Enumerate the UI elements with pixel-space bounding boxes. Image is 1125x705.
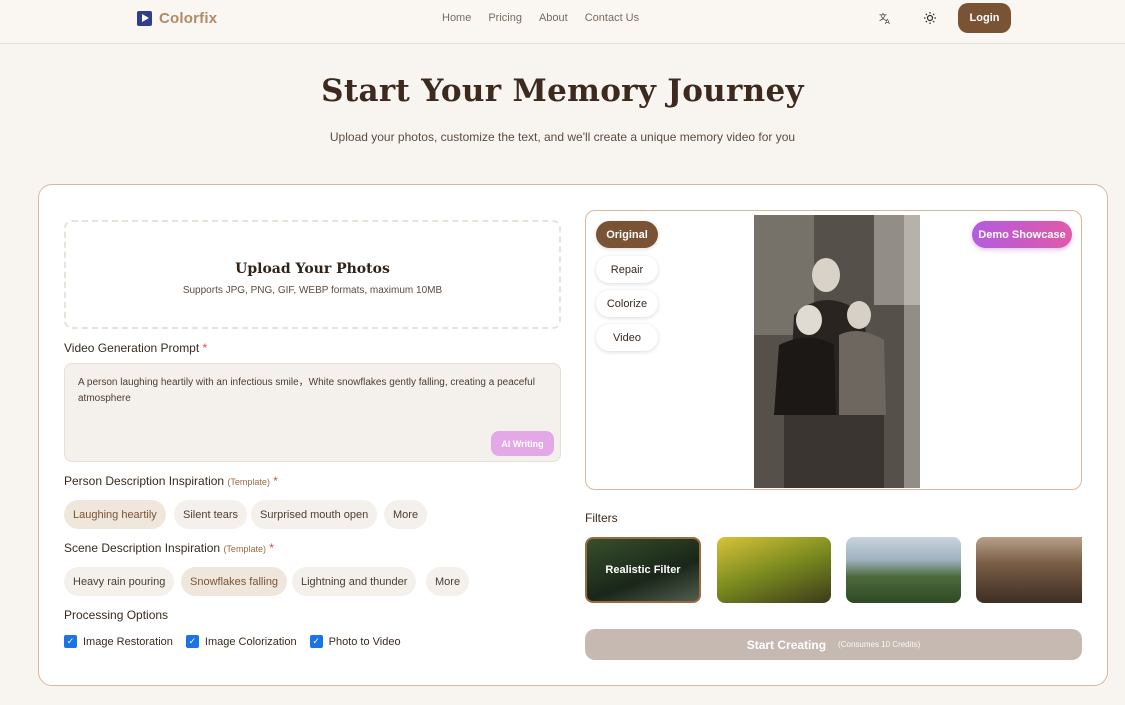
prompt-label-text: Video Generation Prompt [64,341,200,355]
option-label: Image Colorization [204,635,297,648]
nav-contact[interactable]: Contact Us [585,12,639,24]
credits-note: (Consumes 10 Credits) [838,640,921,649]
main-nav: Home Pricing About Contact Us [442,12,639,24]
option-label: Photo to Video [328,635,401,648]
chip-silent-tears[interactable]: Silent tears [174,500,248,529]
filter-realistic[interactable]: Realistic Filter [585,537,701,603]
required-mark: * [269,541,274,555]
sun-icon[interactable] [923,11,937,25]
upload-title: Upload Your Photos [235,261,390,277]
start-label: Start Creating [746,637,827,652]
option-image-restoration[interactable]: ✓ Image Restoration [64,635,173,648]
chip-heavy-rain[interactable]: Heavy rain pouring [64,567,175,596]
upload-formats: Supports JPG, PNG, GIF, WEBP formats, ma… [182,285,443,296]
login-button[interactable]: Login [958,3,1011,33]
start-creating-button[interactable]: Start Creating (Consumes 10 Credits) [585,629,1082,660]
old-photo-illustration [754,215,920,488]
filters-label: Filters [585,511,618,525]
person-inspiration-label: Person Description Inspiration (Template… [64,474,278,488]
template-tag: (Template) [227,477,270,487]
nav-about[interactable]: About [539,12,568,24]
mode-repair-button[interactable]: Repair [596,256,658,283]
chip-scene-more[interactable]: More [426,567,470,596]
preview-photo [754,215,920,488]
svg-text:A: A [885,18,890,25]
chip-laughing-heartily[interactable]: Laughing heartily [64,500,166,529]
filter-castle[interactable] [846,537,961,603]
translate-icon[interactable]: 文A [879,11,893,26]
page-subtitle: Upload your photos, customize the text, … [329,130,796,144]
nav-pricing[interactable]: Pricing [488,12,522,24]
brand-name: Colorfix [159,10,218,27]
option-label: Image Restoration [83,635,173,648]
brand-logo[interactable]: Colorfix [137,10,217,27]
top-header: Colorfix Home Pricing About Contact Us 文… [0,0,1125,44]
prompt-label: Video Generation Prompt * [64,341,207,355]
mode-original-button[interactable]: Original [596,221,658,248]
ai-writing-button[interactable]: AI Writing [491,431,554,456]
checkbox-icon[interactable]: ✓ [64,635,77,648]
page-title: Start Your Memory Journey [321,73,804,109]
chip-surprised-mouth-open[interactable]: Surprised mouth open [251,500,378,529]
mode-colorize-button[interactable]: Colorize [596,290,658,317]
chip-snowflakes-falling[interactable]: Snowflakes falling [181,567,288,596]
checkbox-icon[interactable]: ✓ [185,635,199,648]
chip-lightning-thunder[interactable]: Lightning and thunder [292,567,417,596]
required-mark: * [202,341,208,355]
filter-forest[interactable] [717,537,831,603]
photo-upload-dropzone[interactable]: Upload Your Photos Supports JPG, PNG, GI… [64,220,561,329]
checkbox-icon[interactable]: ✓ [309,635,323,648]
scene-label-text: Scene Description Inspiration [64,541,221,555]
filter-interior[interactable] [976,537,1082,603]
logo-icon [137,11,152,26]
prompt-textarea[interactable]: A person laughing heartily with an infec… [64,363,561,462]
processing-options: ✓ Image Restoration ✓ Image Colorization… [64,635,414,648]
mode-video-button[interactable]: Video [596,324,658,351]
scene-inspiration-label: Scene Description Inspiration (Template)… [64,541,274,555]
template-tag: (Template) [223,544,266,554]
processing-options-label: Processing Options [64,608,169,622]
demo-showcase-button[interactable]: Demo Showcase [972,221,1072,248]
option-photo-to-video[interactable]: ✓ Photo to Video [309,635,401,648]
chip-person-more[interactable]: More [384,500,428,529]
filter-label: Realistic Filter [587,539,699,601]
option-image-colorization[interactable]: ✓ Image Colorization [185,635,297,648]
person-label-text: Person Description Inspiration [64,474,225,488]
required-mark: * [273,474,278,488]
nav-home[interactable]: Home [442,12,471,24]
